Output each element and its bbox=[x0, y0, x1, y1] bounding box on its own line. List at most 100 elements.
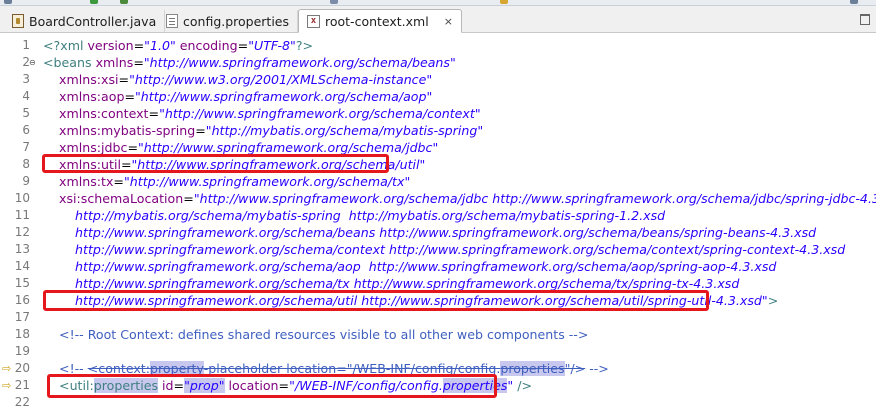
code-line[interactable]: 9 xmlns:tx="http://www.springframework.o… bbox=[0, 173, 876, 190]
code-token: "http://www.w3.org/2001/XMLSchema-instan… bbox=[129, 72, 433, 87]
code-text: http://www.springframework.org/schema/co… bbox=[43, 241, 845, 258]
code-token: encoding bbox=[175, 38, 238, 53]
toolbar-debug-icon[interactable] bbox=[120, 0, 128, 4]
code-line[interactable]: 19 bbox=[0, 343, 876, 360]
code-line[interactable]: 4 xmlns:aop="http://www.springframework.… bbox=[0, 88, 876, 105]
code-editor[interactable]: 1 <?xml version="1.0" encoding="UTF-8"?> 2… bbox=[0, 33, 876, 415]
code-token: "http://www.springframework.org/schema/j… bbox=[193, 191, 876, 206]
code-token: xmlns bbox=[95, 55, 134, 70]
toolbar-back-icon[interactable] bbox=[4, 0, 12, 4]
line-number: 9 bbox=[22, 174, 30, 188]
code-token: <?xml bbox=[43, 38, 88, 53]
code-token: xmlns:xsi bbox=[59, 72, 119, 87]
code-token: http://www.springframework.org/schema/co… bbox=[75, 242, 846, 257]
code-line[interactable]: 2 ⊖ <beans xmlns="http://www.springframewo… bbox=[0, 54, 876, 71]
line-number: 1 bbox=[22, 38, 30, 52]
line-number: 20 bbox=[14, 361, 30, 375]
code-token: = bbox=[148, 106, 160, 121]
code-token: http://www.springframework.org/schema/ao… bbox=[75, 259, 777, 274]
properties-file-icon bbox=[166, 14, 178, 28]
code-token: <!-- Root Context: defines shared resour… bbox=[59, 327, 589, 342]
maximize-icon[interactable] bbox=[860, 14, 870, 25]
line-number: 18 bbox=[14, 327, 30, 341]
line-number: 22 bbox=[14, 395, 30, 409]
code-token: xmlns:aop bbox=[59, 89, 125, 104]
line-number: 12 bbox=[14, 225, 30, 239]
code-token: version bbox=[87, 38, 134, 53]
code-text: xmlns:aop="http://www.springframework.or… bbox=[43, 88, 432, 105]
toolbar-run-icon[interactable] bbox=[90, 0, 98, 4]
code-text: http://www.springframework.org/schema/be… bbox=[43, 224, 816, 241]
code-token: http://www.springframework.org/schema/tx… bbox=[75, 276, 740, 291]
code-token: "/> bbox=[564, 361, 586, 376]
code-token: = bbox=[133, 38, 145, 53]
code-text: xsi:schemaLocation="http://www.springfra… bbox=[43, 190, 876, 207]
close-icon[interactable]: × bbox=[444, 15, 453, 28]
code-text: <!-- Root Context: defines shared resour… bbox=[43, 326, 588, 343]
toolbar-search-icon[interactable] bbox=[330, 0, 338, 4]
code-token: xmlns:context bbox=[59, 106, 149, 121]
code-line[interactable]: 17 bbox=[0, 309, 876, 326]
tab-root-context[interactable]: x root-context.xml × bbox=[298, 9, 462, 33]
highlight-box-schema-util bbox=[43, 290, 709, 311]
line-number: 15 bbox=[14, 276, 30, 290]
code-token: "http://www.springframework.org/schema/c… bbox=[159, 106, 481, 121]
code-token: --> bbox=[585, 361, 609, 376]
code-line[interactable]: 5 xmlns:context="http://www.springframew… bbox=[0, 105, 876, 122]
code-text: http://www.springframework.org/schema/ao… bbox=[43, 258, 776, 275]
code-line[interactable]: 18 <!-- Root Context: defines shared res… bbox=[0, 326, 876, 343]
code-token: "http://www.springframework.org/schema/a… bbox=[135, 89, 433, 104]
code-token: = bbox=[183, 191, 194, 206]
code-token: http://mybatis.org/schema/mybatis-spring… bbox=[75, 208, 666, 223]
code-line[interactable]: 13 http://www.springframework.org/schema… bbox=[0, 241, 876, 258]
code-line[interactable]: 6 xmlns:mybatis-spring="http://mybatis.o… bbox=[0, 122, 876, 139]
line-number: 10 bbox=[14, 191, 30, 205]
tab-config-properties[interactable]: config.properties bbox=[158, 10, 299, 32]
code-line[interactable]: 3 xmlns:xsi="http://www.w3.org/2001/XMLS… bbox=[0, 71, 876, 88]
code-text: xmlns:xsi="http://www.w3.org/2001/XMLSch… bbox=[43, 71, 432, 88]
line-number: 6 bbox=[22, 123, 30, 137]
code-token: = bbox=[127, 140, 138, 155]
code-line[interactable]: 11 http://mybatis.org/schema/mybatis-spr… bbox=[0, 207, 876, 224]
tab-label: BoardController.java bbox=[29, 13, 157, 29]
tab-board-controller[interactable]: BoardController.java bbox=[4, 10, 166, 32]
toolbar-nav-icon[interactable] bbox=[500, 0, 508, 4]
code-text: <?xml version="1.0" encoding="UTF-8"?> bbox=[43, 37, 313, 54]
code-token: = bbox=[118, 72, 130, 87]
code-token: "http://www.springframework.org/schema/j… bbox=[138, 140, 439, 155]
code-token: "1.0" bbox=[144, 38, 176, 53]
editor-tab-bar: BoardController.java config.properties x… bbox=[0, 6, 876, 33]
line-number: 2 bbox=[22, 55, 30, 69]
code-text: xmlns:tx="http://www.springframework.org… bbox=[43, 173, 410, 190]
line-number: 7 bbox=[22, 140, 30, 154]
fold-toggle-icon[interactable]: ⊖ bbox=[29, 54, 36, 71]
code-line[interactable]: 1 <?xml version="1.0" encoding="UTF-8"?> bbox=[0, 37, 876, 54]
code-token: properties bbox=[500, 361, 565, 376]
code-line[interactable]: 10 xsi:schemaLocation="http://www.spring… bbox=[0, 190, 876, 207]
line-number: 3 bbox=[22, 72, 30, 86]
line-number: 19 bbox=[14, 344, 30, 358]
code-line[interactable]: 14 http://www.springframework.org/schema… bbox=[0, 258, 876, 275]
line-number: 21 bbox=[14, 378, 30, 392]
code-text: <beans xmlns="http://www.springframework… bbox=[43, 54, 456, 71]
code-line[interactable]: 12 http://www.springframework.org/schema… bbox=[0, 224, 876, 241]
code-token: > bbox=[767, 293, 779, 308]
line-number: 11 bbox=[14, 208, 30, 222]
code-token: xsi:schemaLocation bbox=[59, 191, 184, 206]
tab-label: config.properties bbox=[183, 13, 290, 29]
code-token: = bbox=[124, 89, 136, 104]
tab-label: root-context.xml bbox=[325, 13, 429, 29]
code-token: "http://www.springframework.org/schema/t… bbox=[123, 174, 411, 189]
toolbar-forward-icon[interactable] bbox=[850, 0, 858, 4]
